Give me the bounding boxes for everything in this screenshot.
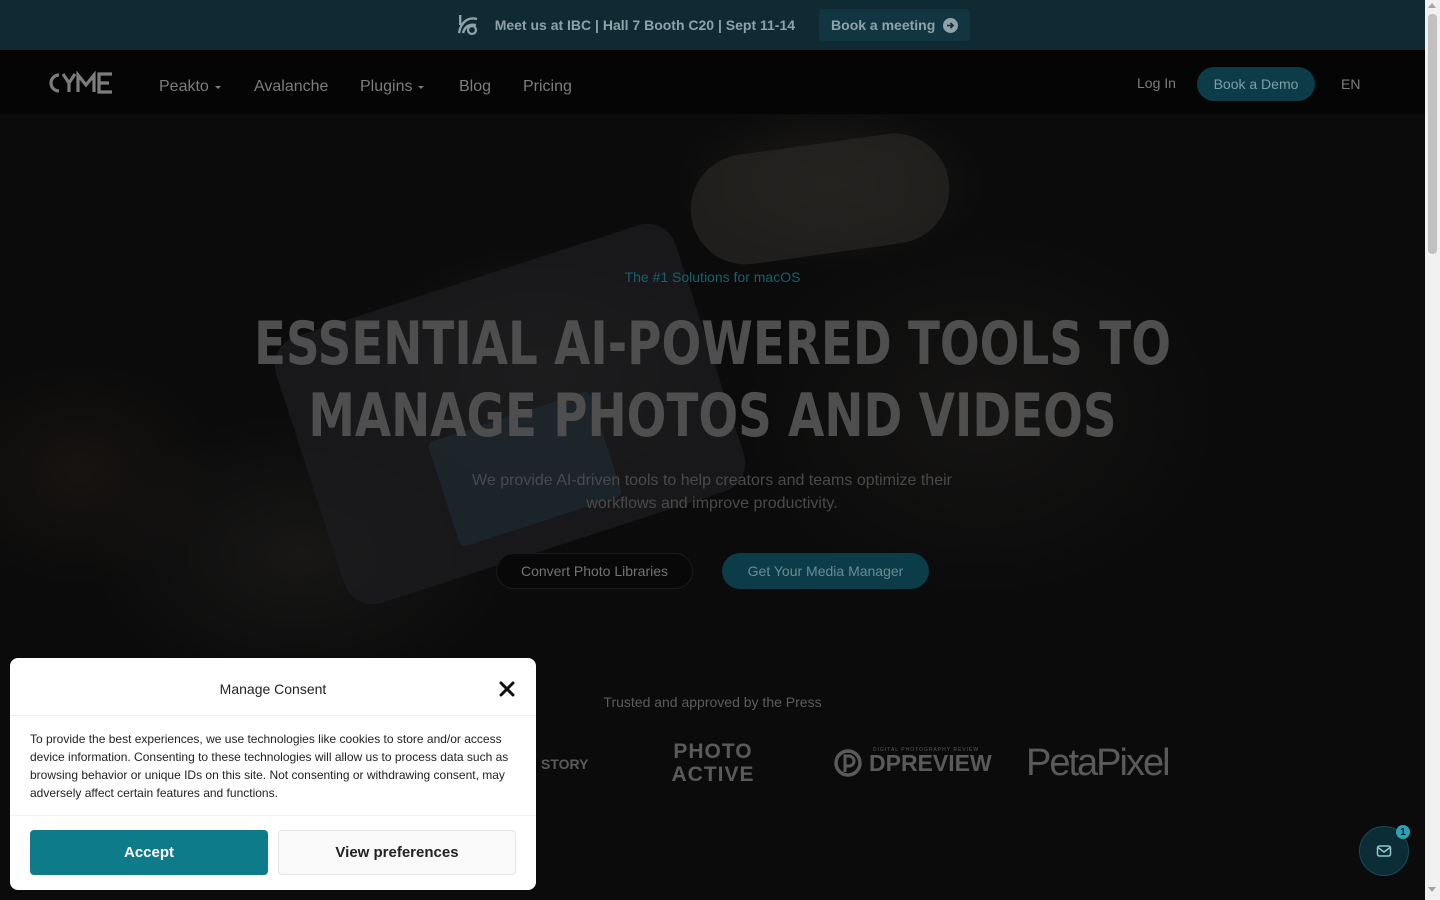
photoactive-logo-line2: ACTIVE [671, 763, 755, 786]
microphone-background-image [683, 126, 957, 272]
photoactive-logo: PHOTO ACTIVE [668, 740, 758, 786]
hero-subtext: We provide AI-driven tools to help creat… [472, 472, 952, 512]
nav-item-label: Peakto [159, 78, 209, 95]
nav-item-blog[interactable]: Blog [459, 78, 491, 96]
page: Meet us at IBC | Hall 7 Booth C20 | Sept… [0, 0, 1440, 900]
chat-notification-badge: 1 [1396, 825, 1410, 839]
announcement-bar: Meet us at IBC | Hall 7 Booth C20 | Sept… [0, 0, 1425, 50]
navbar: Peakto Avalanche Plugins Blog Pricing Lo… [0, 50, 1425, 114]
hero-eyebrow: The #1 Solutions for macOS [624, 269, 801, 285]
nav-item-peakto[interactable]: Peakto [159, 78, 221, 96]
chevron-down-icon [418, 85, 425, 89]
consent-dialog: Manage Consent To provide the best exper… [10, 658, 536, 890]
cyme-logo[interactable] [47, 70, 123, 100]
nav-item-label: Blog [459, 78, 492, 95]
mail-icon [1376, 845, 1392, 857]
book-meeting-button[interactable]: Book a meeting [819, 9, 971, 41]
scrollbar-thumb[interactable] [1428, 14, 1437, 254]
consent-title: Manage Consent [219, 681, 327, 697]
scroll-up-arrow-icon[interactable] [1428, 3, 1436, 8]
book-meeting-label: Book a meeting [831, 17, 936, 33]
nav-item-label: Pricing [523, 78, 572, 95]
story-logo: STORY [541, 756, 589, 772]
ibc-logo-icon [455, 12, 481, 38]
nav-item-label: Plugins [360, 78, 413, 95]
hero-headline-line1: ESSENTIAL AI-POWERED TOOLS TO [254, 309, 1171, 379]
scroll-down-arrow-icon[interactable] [1428, 887, 1436, 892]
nav-item-label: Avalanche [254, 78, 329, 95]
dpreview-logo: DIGITAL PHOTOGRAPHY REVIEW DPREVIEW [833, 747, 992, 778]
nav-item-pricing[interactable]: Pricing [523, 78, 572, 96]
login-link[interactable]: Log In [1137, 75, 1176, 91]
consent-body: To provide the best experiences, we use … [30, 732, 509, 800]
page-scrollbar[interactable] [1425, 0, 1440, 900]
photoactive-logo-line1: PHOTO [673, 740, 753, 763]
arrow-right-icon [943, 17, 959, 33]
language-selector[interactable]: EN [1341, 76, 1360, 92]
dpreview-mark-icon [834, 749, 862, 777]
get-media-manager-button[interactable]: Get Your Media Manager [722, 553, 929, 589]
book-demo-button[interactable]: Book a Demo [1197, 67, 1315, 101]
nav-item-avalanche[interactable]: Avalanche [254, 78, 328, 96]
consent-divider [10, 715, 536, 716]
view-preferences-button[interactable]: View preferences [278, 830, 516, 875]
dpreview-wordmark: DPREVIEW [869, 749, 992, 776]
dpreview-tagline: DIGITAL PHOTOGRAPHY REVIEW [873, 747, 980, 753]
chevron-down-icon [214, 85, 221, 89]
hero-headline: ESSENTIAL AI-POWERED TOOLS TO MANAGE PHO… [157, 308, 1269, 452]
petapixel-logo: PetaPixel [1026, 742, 1171, 784]
announcement-text: Meet us at IBC | Hall 7 Booth C20 | Sept… [494, 17, 796, 33]
convert-photo-libraries-button[interactable]: Convert Photo Libraries [496, 553, 693, 589]
nav-item-plugins[interactable]: Plugins [360, 78, 425, 96]
hero-headline-line2: MANAGE PHOTOS AND VIDEOS [308, 381, 1117, 451]
close-icon[interactable] [498, 680, 516, 698]
accept-button[interactable]: Accept [30, 830, 268, 875]
consent-divider [10, 815, 536, 816]
